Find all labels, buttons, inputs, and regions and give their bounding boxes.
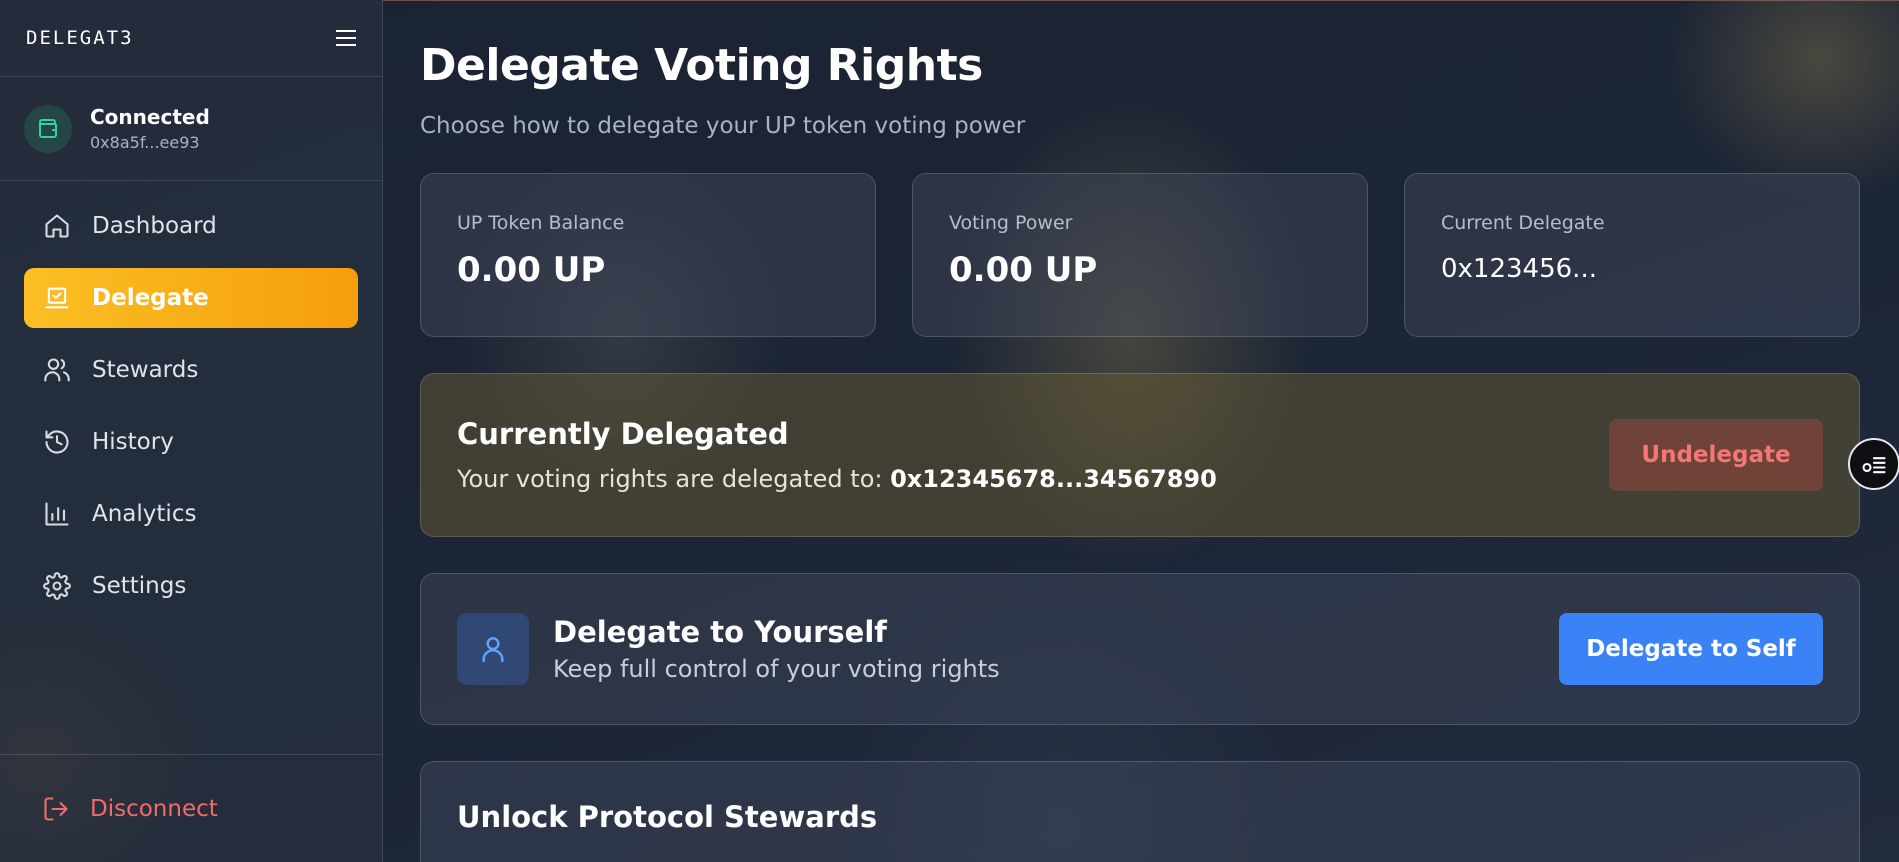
currently-delegated-card: Currently Delegated Your voting rights a…: [420, 373, 1860, 537]
stat-card-current-delegate: Current Delegate 0x123456...: [1404, 173, 1860, 337]
stat-label: UP Token Balance: [457, 212, 625, 234]
stewards-title: Unlock Protocol Stewards: [457, 800, 878, 834]
stat-label: Current Delegate: [1441, 212, 1605, 234]
sidebar: DELEGAT3 Connected 0x8a5f...ee93 Dashboa…: [0, 0, 383, 862]
wallet-icon: [24, 104, 72, 153]
stat-value: 0.00 UP: [457, 250, 606, 290]
connection-status: Connected: [90, 105, 210, 129]
delegated-title: Currently Delegated: [457, 417, 789, 451]
main-content: Delegate Voting Rights Choose how to del…: [420, 0, 1860, 862]
user-icon: [457, 613, 529, 685]
self-text: Keep full control of your voting rights: [553, 655, 1000, 683]
sidebar-item-label: Analytics: [92, 501, 197, 527]
sidebar-item-dashboard[interactable]: Dashboard: [24, 196, 358, 256]
stewards-card: Unlock Protocol Stewards: [420, 761, 1860, 862]
delegate-to-self-card: Delegate to Yourself Keep full control o…: [420, 573, 1860, 725]
sidebar-item-label: Settings: [92, 573, 187, 599]
wallet-address: 0x8a5f...ee93: [90, 133, 200, 152]
vote-icon: [42, 283, 72, 313]
sidebar-item-history[interactable]: History: [24, 412, 358, 472]
page-subtitle: Choose how to delegate your UP token vot…: [420, 113, 1026, 139]
sidebar-item-delegate[interactable]: Delegate: [24, 268, 358, 328]
hamburger-menu-icon[interactable]: [336, 30, 356, 46]
undelegate-button[interactable]: Undelegate: [1609, 419, 1823, 491]
sidebar-footer: Disconnect: [0, 754, 382, 862]
sidebar-item-settings[interactable]: Settings: [24, 556, 358, 616]
stats-row: UP Token Balance 0.00 UP Voting Power 0.…: [420, 173, 1860, 337]
account-panel: Connected 0x8a5f...ee93: [0, 77, 382, 181]
bar-chart-icon: [42, 499, 72, 529]
home-icon: [42, 211, 72, 241]
delegated-text: Your voting rights are delegated to: 0x1…: [457, 465, 1217, 493]
delegate-to-self-button[interactable]: Delegate to Self: [1559, 613, 1823, 685]
users-icon: [42, 355, 72, 385]
sidebar-item-analytics[interactable]: Analytics: [24, 484, 358, 544]
self-title: Delegate to Yourself: [553, 615, 887, 649]
stat-card-token-balance: UP Token Balance 0.00 UP: [420, 173, 876, 337]
app-logo[interactable]: DELEGAT3: [26, 27, 134, 49]
sidebar-item-label: History: [92, 429, 174, 455]
sidebar-nav: Dashboard Delegate Stewards History Anal…: [0, 181, 382, 616]
stat-value: 0.00 UP: [949, 250, 1098, 290]
history-icon: [42, 427, 72, 457]
disconnect-label: Disconnect: [90, 795, 218, 822]
disconnect-button[interactable]: Disconnect: [42, 795, 218, 823]
gear-icon: [42, 571, 72, 601]
stat-label: Voting Power: [949, 212, 1073, 234]
stat-card-voting-power: Voting Power 0.00 UP: [912, 173, 1368, 337]
sidebar-item-label: Dashboard: [92, 213, 217, 239]
logout-icon: [42, 795, 70, 823]
floating-tools-button[interactable]: [1848, 438, 1899, 490]
sidebar-item-stewards[interactable]: Stewards: [24, 340, 358, 400]
stat-value: 0x123456...: [1441, 254, 1597, 284]
delegate-address: 0x12345678...34567890: [890, 465, 1217, 493]
page-title: Delegate Voting Rights: [420, 40, 983, 91]
sidebar-item-label: Delegate: [92, 285, 209, 311]
sidebar-header: DELEGAT3: [0, 0, 382, 77]
sidebar-item-label: Stewards: [92, 357, 199, 383]
